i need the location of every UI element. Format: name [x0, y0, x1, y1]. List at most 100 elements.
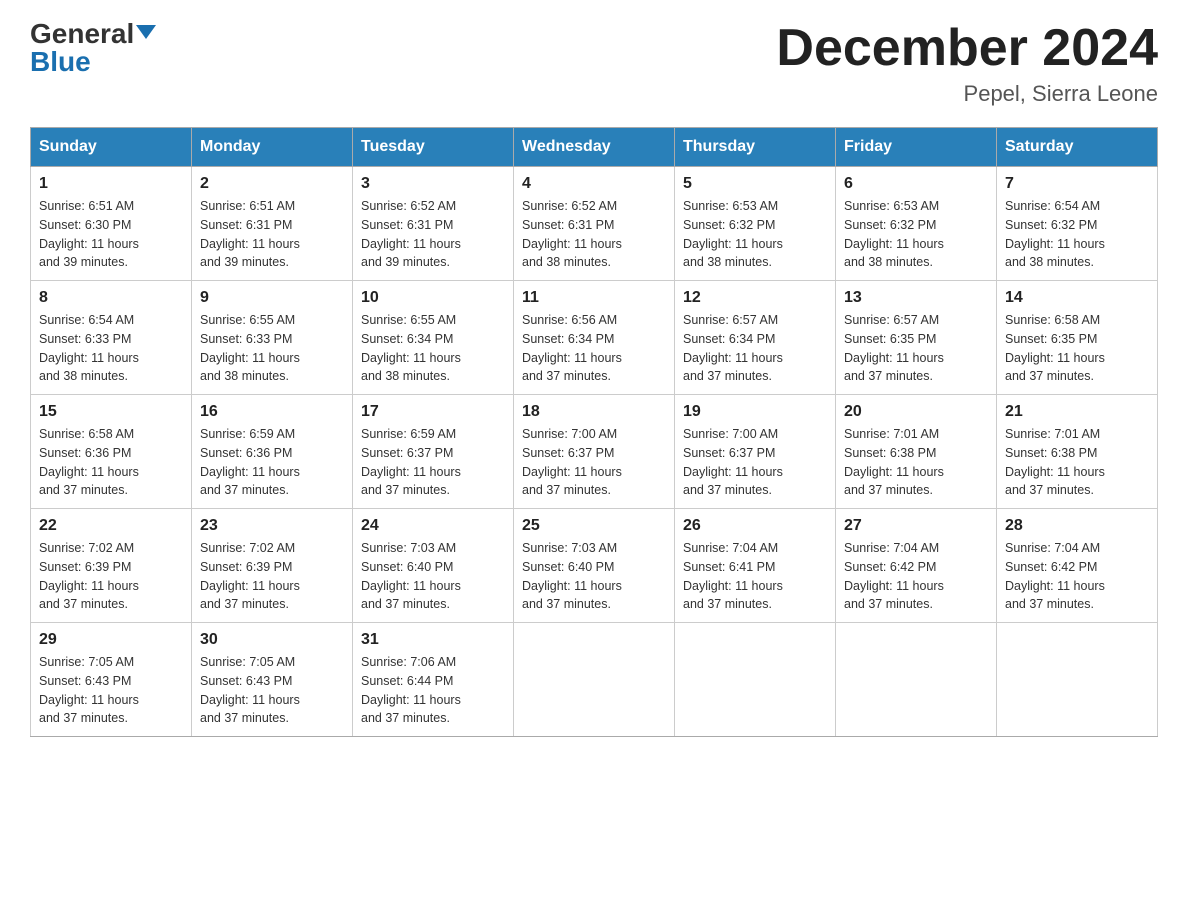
day-cell: 4Sunrise: 6:52 AMSunset: 6:31 PMDaylight… — [514, 167, 675, 281]
day-number: 16 — [200, 403, 344, 421]
day-cell: 20 Sunrise: 7:01 AMSunset: 6:38 PMDayligh… — [836, 395, 997, 509]
day-info: Sunrise: 6:58 AMSunset: 6:36 PMDaylight:… — [39, 425, 183, 500]
column-header-saturday: Saturday — [997, 128, 1158, 167]
day-info: Sunrise: 7:02 AMSunset: 6:39 PMDaylight:… — [39, 539, 183, 614]
column-header-thursday: Thursday — [675, 128, 836, 167]
column-header-wednesday: Wednesday — [514, 128, 675, 167]
day-info: Sunrise: 6:57 AMSunset: 6:34 PMDaylight:… — [683, 311, 827, 386]
day-number: 20 — [844, 403, 988, 421]
day-cell: 2 Sunrise: 6:51 AMSunset: 6:31 PMDaylight… — [192, 167, 353, 281]
day-cell: 5 Sunrise: 6:53 AMSunset: 6:32 PMDaylight… — [675, 167, 836, 281]
day-cell: 9 Sunrise: 6:55 AMSunset: 6:33 PMDaylight… — [192, 281, 353, 395]
day-info: Sunrise: 7:04 AMSunset: 6:42 PMDaylight:… — [844, 539, 988, 614]
day-number: 26 — [683, 517, 827, 535]
day-info: Sunrise: 6:53 AMSunset: 6:32 PMDaylight:… — [844, 197, 988, 272]
day-cell: 23Sunrise: 7:02 AMSunset: 6:39 PMDayligh… — [192, 509, 353, 623]
calendar-title: December 2024 — [776, 20, 1158, 77]
day-number: 21 — [1005, 403, 1149, 421]
day-cell: 7 Sunrise: 6:54 AMSunset: 6:32 PMDaylight… — [997, 167, 1158, 281]
day-cell — [997, 623, 1158, 737]
day-info: Sunrise: 6:51 AMSunset: 6:30 PMDaylight:… — [39, 197, 183, 272]
day-info: Sunrise: 6:57 AMSunset: 6:35 PMDaylight:… — [844, 311, 988, 386]
day-cell: 25 Sunrise: 7:03 AMSunset: 6:40 PMDayligh… — [514, 509, 675, 623]
day-cell: 21Sunrise: 7:01 AMSunset: 6:38 PMDayligh… — [997, 395, 1158, 509]
day-cell — [514, 623, 675, 737]
day-info: Sunrise: 7:03 AMSunset: 6:40 PMDaylight:… — [361, 539, 505, 614]
day-cell: 30Sunrise: 7:05 AMSunset: 6:43 PMDayligh… — [192, 623, 353, 737]
day-cell: 22 Sunrise: 7:02 AMSunset: 6:39 PMDayligh… — [31, 509, 192, 623]
day-info: Sunrise: 6:51 AMSunset: 6:31 PMDaylight:… — [200, 197, 344, 272]
day-info: Sunrise: 7:05 AMSunset: 6:43 PMDaylight:… — [39, 653, 183, 728]
day-cell: 8 Sunrise: 6:54 AMSunset: 6:33 PMDaylight… — [31, 281, 192, 395]
day-number: 23 — [200, 517, 344, 535]
day-info: Sunrise: 6:53 AMSunset: 6:32 PMDaylight:… — [683, 197, 827, 272]
day-number: 9 — [200, 289, 344, 307]
day-cell: 6 Sunrise: 6:53 AMSunset: 6:32 PMDaylight… — [836, 167, 997, 281]
column-header-tuesday: Tuesday — [353, 128, 514, 167]
logo-triangle-icon — [136, 25, 156, 39]
day-number: 18 — [522, 403, 666, 421]
day-number: 5 — [683, 175, 827, 193]
column-header-friday: Friday — [836, 128, 997, 167]
week-row-3: 15 Sunrise: 6:58 AMSunset: 6:36 PMDayligh… — [31, 395, 1158, 509]
day-number: 31 — [361, 631, 505, 649]
header-row: SundayMondayTuesdayWednesdayThursdayFrid… — [31, 128, 1158, 167]
day-cell: 1 Sunrise: 6:51 AMSunset: 6:30 PMDaylight… — [31, 167, 192, 281]
day-cell: 26 Sunrise: 7:04 AMSunset: 6:41 PMDayligh… — [675, 509, 836, 623]
day-cell: 13Sunrise: 6:57 AMSunset: 6:35 PMDayligh… — [836, 281, 997, 395]
week-row-1: 1 Sunrise: 6:51 AMSunset: 6:30 PMDaylight… — [31, 167, 1158, 281]
day-cell: 12 Sunrise: 6:57 AMSunset: 6:34 PMDayligh… — [675, 281, 836, 395]
day-info: Sunrise: 6:52 AMSunset: 6:31 PMDaylight:… — [522, 197, 666, 272]
day-cell: 27 Sunrise: 7:04 AMSunset: 6:42 PMDayligh… — [836, 509, 997, 623]
day-cell: 10 Sunrise: 6:55 AMSunset: 6:34 PMDayligh… — [353, 281, 514, 395]
day-info: Sunrise: 7:04 AMSunset: 6:42 PMDaylight:… — [1005, 539, 1149, 614]
day-number: 15 — [39, 403, 183, 421]
column-header-sunday: Sunday — [31, 128, 192, 167]
day-info: Sunrise: 6:55 AMSunset: 6:34 PMDaylight:… — [361, 311, 505, 386]
week-row-5: 29 Sunrise: 7:05 AMSunset: 6:43 PMDayligh… — [31, 623, 1158, 737]
week-row-2: 8 Sunrise: 6:54 AMSunset: 6:33 PMDaylight… — [31, 281, 1158, 395]
day-number: 8 — [39, 289, 183, 307]
day-number: 29 — [39, 631, 183, 649]
day-info: Sunrise: 7:05 AMSunset: 6:43 PMDaylight:… — [200, 653, 344, 728]
day-number: 28 — [1005, 517, 1149, 535]
day-info: Sunrise: 7:06 AMSunset: 6:44 PMDaylight:… — [361, 653, 505, 728]
day-number: 27 — [844, 517, 988, 535]
day-info: Sunrise: 7:03 AMSunset: 6:40 PMDaylight:… — [522, 539, 666, 614]
logo-blue-text: Blue — [30, 48, 91, 76]
day-info: Sunrise: 7:00 AMSunset: 6:37 PMDaylight:… — [683, 425, 827, 500]
day-cell: 19Sunrise: 7:00 AMSunset: 6:37 PMDayligh… — [675, 395, 836, 509]
day-info: Sunrise: 7:01 AMSunset: 6:38 PMDaylight:… — [844, 425, 988, 500]
day-number: 24 — [361, 517, 505, 535]
day-number: 3 — [361, 175, 505, 193]
title-section: December 2024 Pepel, Sierra Leone — [776, 20, 1158, 107]
day-cell: 3 Sunrise: 6:52 AMSunset: 6:31 PMDaylight… — [353, 167, 514, 281]
day-number: 2 — [200, 175, 344, 193]
day-number: 12 — [683, 289, 827, 307]
day-info: Sunrise: 6:54 AMSunset: 6:33 PMDaylight:… — [39, 311, 183, 386]
page-header: General Blue December 2024 Pepel, Sierra… — [30, 20, 1158, 107]
day-cell: 24 Sunrise: 7:03 AMSunset: 6:40 PMDayligh… — [353, 509, 514, 623]
day-info: Sunrise: 6:52 AMSunset: 6:31 PMDaylight:… — [361, 197, 505, 272]
day-number: 22 — [39, 517, 183, 535]
day-number: 1 — [39, 175, 183, 193]
day-cell: 17 Sunrise: 6:59 AMSunset: 6:37 PMDayligh… — [353, 395, 514, 509]
day-info: Sunrise: 7:04 AMSunset: 6:41 PMDaylight:… — [683, 539, 827, 614]
day-cell: 28 Sunrise: 7:04 AMSunset: 6:42 PMDayligh… — [997, 509, 1158, 623]
day-number: 7 — [1005, 175, 1149, 193]
day-info: Sunrise: 6:59 AMSunset: 6:36 PMDaylight:… — [200, 425, 344, 500]
day-info: Sunrise: 6:58 AMSunset: 6:35 PMDaylight:… — [1005, 311, 1149, 386]
day-number: 6 — [844, 175, 988, 193]
week-row-4: 22 Sunrise: 7:02 AMSunset: 6:39 PMDayligh… — [31, 509, 1158, 623]
logo: General Blue — [30, 20, 156, 76]
day-number: 14 — [1005, 289, 1149, 307]
day-info: Sunrise: 6:59 AMSunset: 6:37 PMDaylight:… — [361, 425, 505, 500]
day-info: Sunrise: 6:54 AMSunset: 6:32 PMDaylight:… — [1005, 197, 1149, 272]
day-number: 25 — [522, 517, 666, 535]
day-number: 10 — [361, 289, 505, 307]
day-cell: 14 Sunrise: 6:58 AMSunset: 6:35 PMDayligh… — [997, 281, 1158, 395]
day-number: 17 — [361, 403, 505, 421]
calendar-subtitle: Pepel, Sierra Leone — [776, 81, 1158, 107]
day-info: Sunrise: 6:55 AMSunset: 6:33 PMDaylight:… — [200, 311, 344, 386]
logo-general-text: General — [30, 20, 134, 48]
